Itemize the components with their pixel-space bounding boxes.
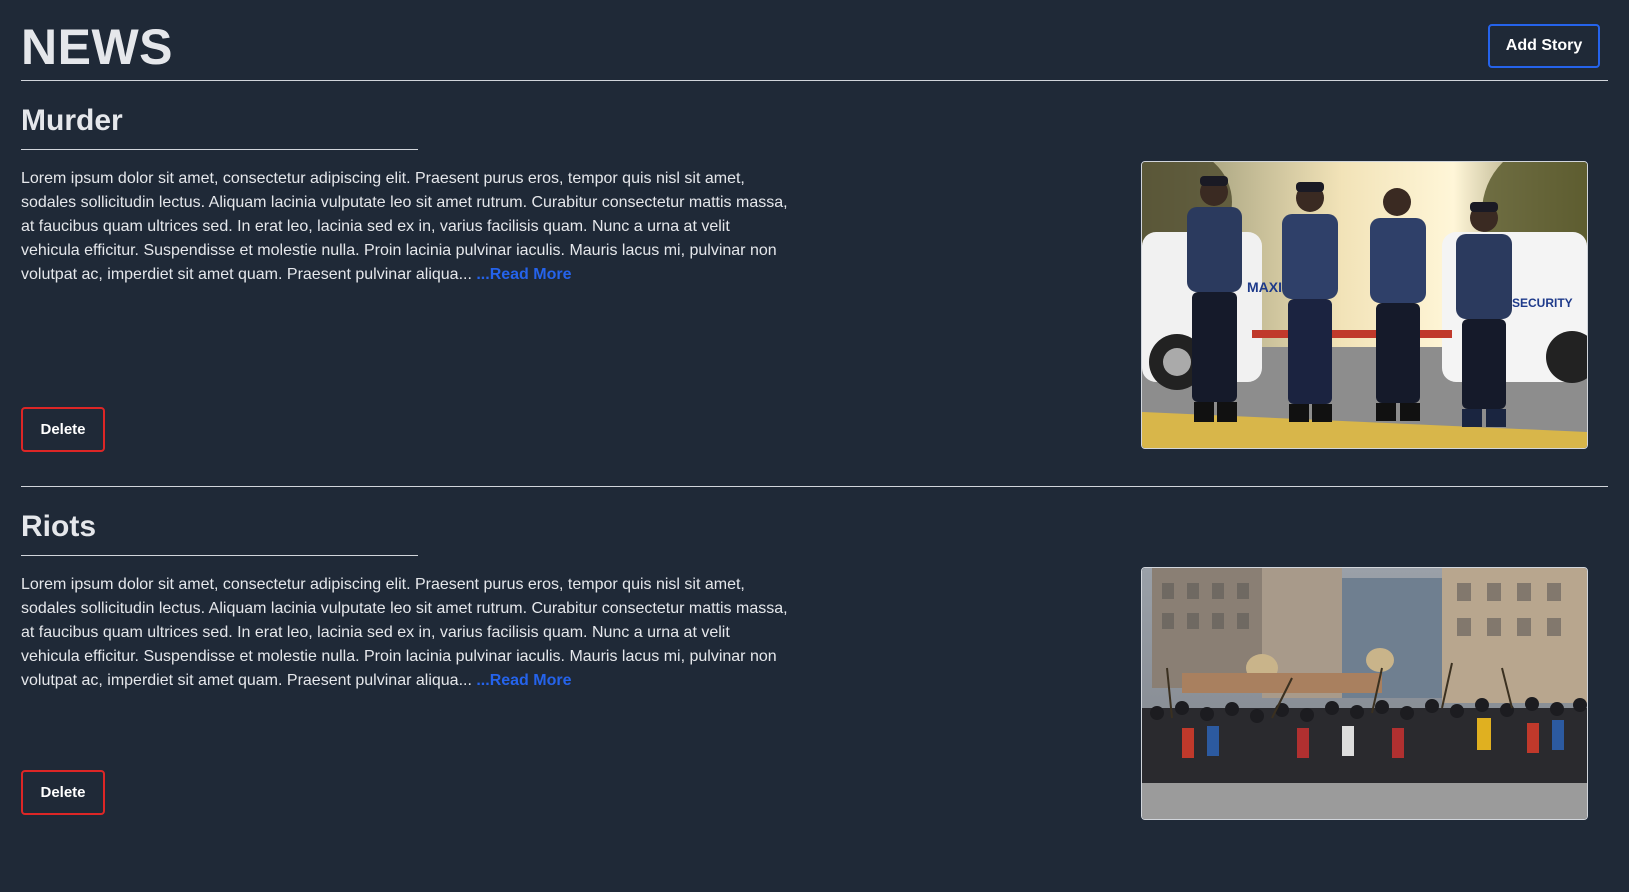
delete-story-button[interactable]: Delete bbox=[21, 407, 105, 452]
page-title: NEWS bbox=[21, 19, 173, 75]
story-card-riots: Riots Lorem ipsum dolor sit amet, consec… bbox=[21, 487, 1608, 892]
story-excerpt-text: Lorem ipsum dolor sit amet, consectetur … bbox=[21, 576, 788, 689]
story-excerpt: Lorem ipsum dolor sit amet, consectetur … bbox=[21, 573, 791, 693]
guard-figure bbox=[1370, 188, 1426, 421]
story-card-murder: Murder Lorem ipsum dolor sit amet, conse… bbox=[21, 81, 1608, 487]
delete-story-button[interactable]: Delete bbox=[21, 770, 105, 815]
story-excerpt: Lorem ipsum dolor sit amet, consectetur … bbox=[21, 167, 791, 287]
crowd-riot-photo bbox=[1142, 568, 1587, 819]
vehicle-text: SECURITY bbox=[1512, 296, 1573, 310]
page-header: NEWS Add Story bbox=[21, 0, 1608, 81]
read-more-link[interactable]: ...Read More bbox=[476, 672, 571, 689]
story-image: MAXI SECURITY bbox=[1141, 161, 1588, 449]
vehicle-text: MAXI bbox=[1247, 279, 1282, 295]
story-image bbox=[1141, 567, 1588, 820]
story-title: Murder bbox=[21, 101, 418, 150]
news-page: NEWS Add Story Murder Lorem ipsum dolor … bbox=[21, 0, 1608, 892]
add-story-button[interactable]: Add Story bbox=[1488, 24, 1600, 68]
story-excerpt-text: Lorem ipsum dolor sit amet, consectetur … bbox=[21, 170, 788, 283]
story-title: Riots bbox=[21, 507, 418, 556]
guard-figure bbox=[1187, 176, 1242, 422]
guard-figure bbox=[1282, 182, 1338, 422]
guard-figure bbox=[1456, 202, 1512, 427]
read-more-link[interactable]: ...Read More bbox=[476, 266, 571, 283]
security-guards-photo: MAXI SECURITY bbox=[1142, 162, 1587, 448]
